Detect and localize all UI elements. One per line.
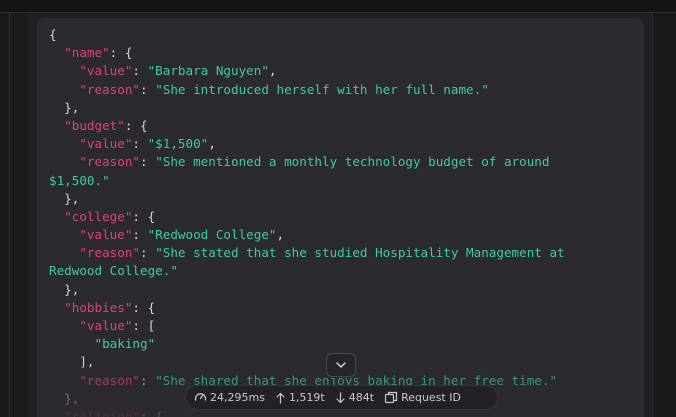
tokens-out-stat: 484t	[335, 391, 374, 404]
json-key: "reason"	[79, 372, 141, 388]
json-string: "She introduced herself with her full na…	[155, 81, 489, 97]
json-punct	[49, 227, 79, 242]
expand-code-button[interactable]	[326, 353, 356, 377]
request-id-button[interactable]: Request ID	[384, 391, 461, 404]
json-key: "reason"	[79, 81, 141, 97]
json-punct: :	[140, 245, 156, 261]
tokens-in-stat: 1,519t	[275, 391, 325, 404]
code-line: "baking"	[49, 335, 629, 353]
code-line: {	[49, 26, 629, 44]
json-punct	[49, 209, 64, 224]
json-punct: : {	[124, 117, 148, 133]
json-key: "name"	[64, 45, 110, 61]
json-string: "Redwood College"	[147, 227, 277, 243]
code-line: "reason": "She mentioned a monthly techn…	[49, 153, 629, 171]
latency-stat: 24,295ms	[194, 391, 265, 404]
json-punct	[49, 82, 79, 97]
left-gutter	[0, 13, 10, 417]
code-line: "name": {	[49, 44, 629, 62]
json-punct: : {	[132, 299, 156, 315]
json-punct	[49, 154, 79, 169]
json-string: "She mentioned a monthly technology budg…	[155, 154, 550, 170]
json-punct: :	[140, 81, 156, 97]
copy-icon	[384, 391, 398, 404]
code-line: },	[49, 190, 629, 208]
json-punct: ,	[268, 63, 277, 79]
tokens-out-value: 484t	[348, 391, 375, 404]
code-line: "reason": "She introduced herself with h…	[49, 81, 629, 99]
json-punct: ,	[208, 136, 216, 152]
json-key: "reason"	[79, 245, 141, 261]
code-line: },	[49, 281, 629, 299]
json-key: "college"	[64, 208, 133, 224]
code-line: "value": "Redwood College",	[49, 226, 629, 244]
json-punct: },	[49, 99, 80, 115]
code-line: $1,500."	[49, 172, 629, 190]
json-key: "religion"	[64, 408, 140, 417]
json-key: "value"	[79, 227, 133, 243]
json-punct: :	[132, 136, 148, 152]
json-punct	[49, 318, 79, 333]
json-punct	[49, 63, 79, 78]
json-punct	[49, 136, 79, 151]
arrow-up-icon	[276, 392, 285, 404]
top-toolbar-strip	[0, 0, 676, 13]
json-key: "budget"	[64, 117, 125, 133]
json-punct: :	[132, 227, 148, 243]
right-scroll-gutter[interactable]	[652, 13, 676, 417]
json-string: "baking"	[94, 336, 156, 352]
json-punct: : {	[132, 208, 156, 224]
json-punct: ],	[49, 354, 95, 370]
json-string: "Barbara Nguyen"	[147, 63, 269, 79]
speedometer-icon	[194, 393, 207, 401]
json-punct: {	[49, 27, 57, 42]
code-line: "hobbies": {	[49, 299, 629, 317]
json-punct	[49, 245, 79, 260]
json-key: "value"	[79, 318, 133, 333]
code-line: "reason": "She stated that she studied H…	[49, 244, 629, 262]
json-punct	[49, 45, 64, 60]
json-key: "value"	[79, 63, 133, 79]
code-line: "value": "Barbara Nguyen",	[49, 62, 629, 80]
code-line: "budget": {	[49, 117, 629, 135]
code-line: "college": {	[49, 208, 629, 226]
json-punct	[49, 336, 95, 351]
response-stats-bar: 24,295ms 1,519t 484t Request ID	[185, 385, 498, 410]
code-line: "value": "$1,500",	[49, 135, 629, 153]
request-id-label: Request ID	[401, 391, 461, 404]
json-punct: :	[140, 372, 156, 388]
json-key: "hobbies"	[64, 299, 133, 315]
tokens-in-value: 1,519t	[288, 391, 325, 404]
code-line: },	[49, 99, 629, 117]
json-punct	[49, 409, 64, 417]
json-punct	[49, 118, 64, 133]
code-line: "value": [	[49, 317, 629, 335]
arrow-down-icon	[336, 391, 345, 403]
json-punct: },	[49, 281, 80, 297]
json-punct: },	[49, 390, 80, 406]
json-punct: :	[132, 63, 148, 79]
json-punct: : {	[140, 408, 163, 417]
json-string: "$1,500"	[147, 136, 209, 152]
json-string: "She stated that she studied Hospitality…	[155, 245, 565, 261]
json-key: "reason"	[79, 154, 141, 170]
json-punct	[49, 300, 64, 315]
chevron-down-icon	[336, 362, 346, 368]
json-punct: :	[140, 154, 156, 170]
json-punct: : [	[132, 318, 156, 333]
json-punct: ,	[276, 227, 285, 243]
json-punct: : {	[109, 45, 133, 61]
latency-value: 24,295ms	[210, 391, 265, 404]
json-string: $1,500."	[49, 172, 110, 188]
code-line: Redwood College."	[49, 262, 629, 280]
json-punct: },	[49, 190, 80, 206]
json-punct	[49, 373, 79, 388]
json-key: "value"	[79, 136, 133, 152]
json-string: Redwood College."	[49, 263, 178, 279]
